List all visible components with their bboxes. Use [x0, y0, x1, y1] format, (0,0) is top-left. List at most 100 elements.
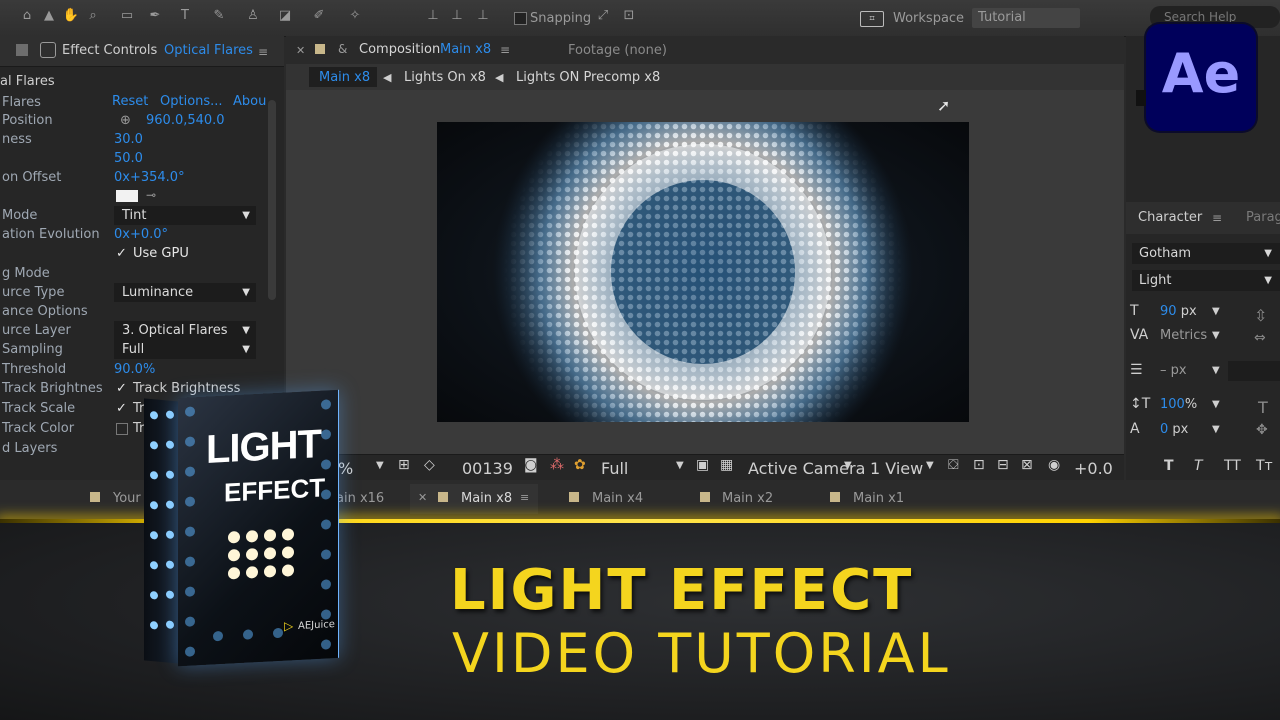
character-panel-title[interactable]: Character: [1138, 210, 1202, 225]
ec-row-value[interactable]: 30.0: [114, 130, 143, 149]
snap-grid-icon[interactable]: ⊡: [620, 8, 638, 24]
chevron-down-icon[interactable]: ▼: [844, 460, 852, 471]
roto-brush-tool-icon[interactable]: ✐: [310, 8, 328, 24]
all-caps-button[interactable]: TT: [1224, 458, 1241, 474]
composition-tab-name[interactable]: Main x8: [440, 42, 491, 57]
source-layer-dropdown[interactable]: 3. Optical Flares ▼: [114, 321, 256, 340]
puppet-pin-tool-icon[interactable]: ✧: [346, 8, 364, 24]
vertical-scale-field[interactable]: 100%: [1160, 397, 1197, 412]
timeline-tab[interactable]: Main x4: [592, 491, 643, 506]
leading-value[interactable]: – px: [1160, 363, 1187, 378]
selection-tool-icon[interactable]: ▲: [40, 8, 58, 24]
breadcrumb-item[interactable]: Lights On x8: [404, 70, 486, 85]
axis-icon[interactable]: ⊥: [474, 8, 492, 24]
sampling-dropdown[interactable]: Full ▼: [114, 340, 256, 359]
axis-icon[interactable]: ⊥: [424, 8, 442, 24]
snapshot-icon[interactable]: ◙: [524, 457, 538, 473]
lock-icon[interactable]: [16, 44, 28, 56]
type-tool-icon[interactable]: T: [176, 8, 194, 24]
color-swatch[interactable]: [116, 190, 138, 202]
ec-row-value[interactable]: 50.0: [114, 149, 143, 168]
hand-tool-icon[interactable]: ✋: [62, 8, 80, 24]
panel-menu-icon[interactable]: ≡: [1212, 211, 1222, 225]
clone-stamp-tool-icon[interactable]: ♙: [244, 8, 262, 24]
resolution-value[interactable]: Full: [601, 459, 628, 478]
close-icon[interactable]: ✕: [418, 491, 427, 504]
flowchart-icon[interactable]: ⊠: [1021, 457, 1033, 473]
workspace-icon[interactable]: ⌗: [860, 11, 884, 27]
ec-row-value[interactable]: 90.0%: [114, 360, 155, 379]
home-icon[interactable]: ⌂: [18, 8, 36, 24]
chevron-down-icon[interactable]: ▼: [1212, 399, 1220, 410]
close-icon[interactable]: ✕: [296, 44, 305, 57]
zoom-value[interactable]: %: [338, 459, 353, 478]
toggle-pixel-icon[interactable]: ⛋: [948, 457, 959, 473]
lock-icon[interactable]: &: [338, 42, 347, 56]
effect-controls-tab-label[interactable]: Effect Controls: [62, 43, 157, 58]
composition-tab-prefix[interactable]: Composition: [359, 42, 440, 57]
checkbox-checked-icon[interactable]: ✓: [116, 379, 127, 398]
kerning-value[interactable]: Metrics: [1160, 328, 1207, 343]
snapping-checkbox[interactable]: [514, 12, 527, 25]
channel-icon[interactable]: ✿: [574, 457, 586, 473]
checkbox-checked-icon[interactable]: ✓: [116, 244, 127, 263]
timeline-tab[interactable]: Main x1: [853, 491, 904, 506]
baseline-shift-field[interactable]: 0 px: [1160, 422, 1188, 437]
panel-menu-icon[interactable]: ≡: [520, 491, 529, 504]
breadcrumb-item[interactable]: Lights ON Precomp x8: [516, 70, 660, 85]
timeline-tab[interactable]: ain x16: [336, 491, 384, 506]
view-value[interactable]: 1 View: [870, 459, 923, 478]
show-snapshot-icon[interactable]: ⁂: [550, 457, 564, 473]
faux-bold-button[interactable]: T: [1164, 458, 1174, 474]
source-type-dropdown[interactable]: Luminance ▼: [114, 283, 256, 302]
faux-italic-button[interactable]: T: [1194, 458, 1203, 474]
chevron-down-icon[interactable]: ▼: [1212, 424, 1220, 435]
panel-menu-icon[interactable]: ≡: [500, 43, 510, 57]
font-family-dropdown[interactable]: Gotham ▼: [1132, 243, 1280, 264]
transparency-grid-icon[interactable]: ▦: [720, 457, 733, 473]
about-link[interactable]: Abou: [233, 94, 266, 109]
timeline-tab[interactable]: Main x2: [722, 491, 773, 506]
chevron-down-icon[interactable]: ▼: [676, 460, 684, 471]
timeline-tab-active[interactable]: Main x8: [461, 491, 512, 506]
chevron-down-icon[interactable]: ▼: [376, 460, 384, 471]
font-size-field[interactable]: 90 px: [1160, 304, 1197, 319]
panel-menu-icon[interactable]: ≡: [258, 45, 268, 59]
fast-preview-icon[interactable]: ⊡: [973, 457, 985, 473]
paragraph-tab[interactable]: Parag: [1246, 210, 1280, 225]
chevron-down-icon[interactable]: ▼: [1212, 330, 1220, 341]
mode-dropdown[interactable]: Tint ▼: [114, 206, 256, 225]
font-style-dropdown[interactable]: Light ▼: [1132, 270, 1280, 291]
scrollbar[interactable]: [268, 100, 276, 300]
crosshair-icon[interactable]: ⊕: [120, 111, 131, 130]
small-caps-button[interactable]: Tт: [1256, 458, 1273, 474]
stroke-style-dropdown[interactable]: [1228, 361, 1280, 381]
exposure-value[interactable]: +0.0: [1074, 459, 1113, 478]
reset-link[interactable]: Reset: [112, 94, 148, 109]
timeline-tab[interactable]: Your: [113, 491, 141, 506]
options-link[interactable]: Options...: [160, 94, 223, 109]
brush-tool-icon[interactable]: ✎: [210, 8, 228, 24]
timeline-icon[interactable]: ⊟: [997, 457, 1009, 473]
pen-tool-icon[interactable]: ✒: [146, 8, 164, 24]
eyedropper-icon[interactable]: ⊸: [146, 188, 156, 202]
ec-row-value[interactable]: 0x+354.0°: [114, 168, 185, 187]
current-frame[interactable]: 00139: [462, 459, 513, 478]
workspace-dropdown[interactable]: Tutorial: [972, 8, 1080, 28]
exposure-icon[interactable]: ◉: [1048, 457, 1060, 473]
fit-icon[interactable]: ⊞: [398, 457, 410, 473]
footage-tab[interactable]: Footage (none): [568, 43, 667, 58]
region-icon[interactable]: ▣: [696, 457, 709, 473]
magnet-icon[interactable]: ⤢: [594, 8, 612, 24]
checkbox-checked-icon[interactable]: ✓: [116, 399, 127, 418]
ec-row-value[interactable]: 960.0,540.0: [146, 111, 225, 130]
checkbox[interactable]: [116, 423, 128, 435]
chevron-down-icon[interactable]: ▼: [926, 460, 934, 471]
zoom-tool-icon[interactable]: ⌕: [84, 8, 102, 24]
axis-icon[interactable]: ⊥: [448, 8, 466, 24]
mask-icon[interactable]: ◇: [424, 457, 435, 473]
breadcrumb-item[interactable]: Main x8: [319, 70, 370, 85]
composition-viewer[interactable]: [437, 122, 969, 422]
ec-row-value[interactable]: 0x+0.0°: [114, 225, 168, 244]
eraser-tool-icon[interactable]: ◪: [276, 8, 294, 24]
